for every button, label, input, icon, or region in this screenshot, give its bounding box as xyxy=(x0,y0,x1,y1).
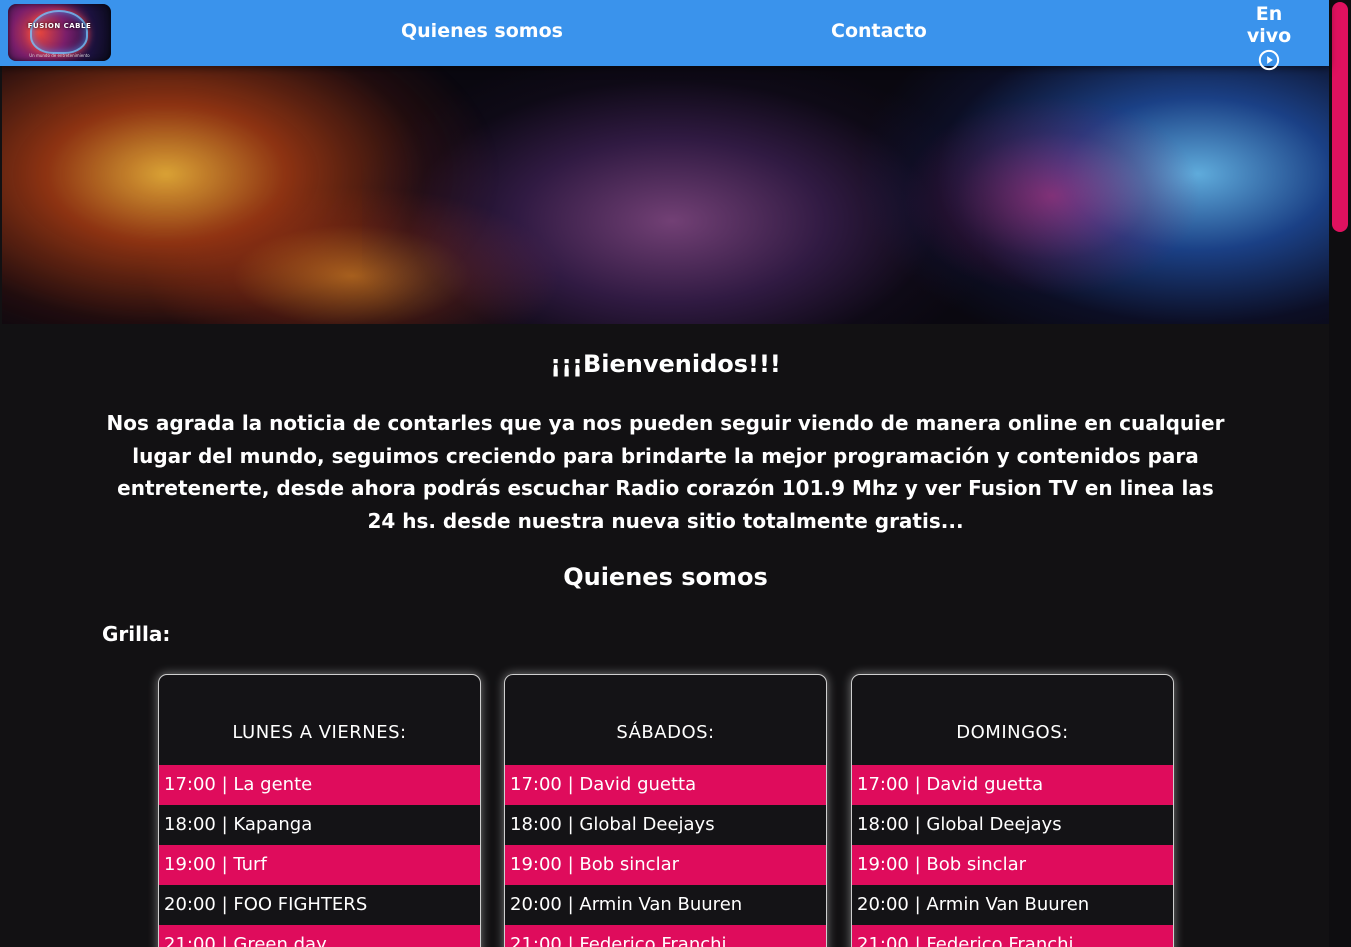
intro-paragraph: Nos agrada la noticia de contarles que y… xyxy=(106,411,1225,533)
schedule-card-sundays: DOMINGOS: 17:00 | David guetta 18:00 | G… xyxy=(851,674,1174,947)
schedule-row: 17:00 | David guetta xyxy=(852,765,1173,805)
hero-smoke-banner xyxy=(2,66,1329,324)
schedule-row: 18:00 | Global Deejays xyxy=(852,805,1173,845)
schedule-row: 17:00 | La gente xyxy=(159,765,480,805)
card-title: SÁBADOS: xyxy=(616,721,715,743)
nav-link-en-vivo[interactable]: En vivo xyxy=(1231,3,1307,71)
schedule-row: 17:00 | David guetta xyxy=(505,765,826,805)
nav-link-quienes-somos[interactable]: Quienes somos xyxy=(401,20,563,42)
grilla-label: Grilla: xyxy=(102,622,171,646)
schedule-row: 21:00 | Federico Franchi xyxy=(852,925,1173,947)
schedule-row: 19:00 | Bob sinclar xyxy=(505,845,826,885)
welcome-heading: ¡¡¡Bienvenidos!!! xyxy=(550,350,781,378)
page-scrollbar[interactable] xyxy=(1329,0,1351,947)
schedule-row: 19:00 | Bob sinclar xyxy=(852,845,1173,885)
quienes-somos-heading: Quienes somos xyxy=(563,563,768,591)
en-vivo-label: En vivo xyxy=(1246,3,1292,47)
schedule-row: 18:00 | Kapanga xyxy=(159,805,480,845)
scrollbar-thumb[interactable] xyxy=(1332,2,1348,232)
card-title: DOMINGOS: xyxy=(956,721,1069,743)
logo-subtitle: Un mundo de entretenimiento xyxy=(29,53,90,58)
fusion-cable-logo[interactable]: FUSION CABLE Un mundo de entretenimiento xyxy=(8,4,111,61)
nav-link-contacto[interactable]: Contacto xyxy=(831,20,927,42)
logo-text: FUSION CABLE xyxy=(27,22,92,30)
card-title: LUNES A VIERNES: xyxy=(232,721,407,743)
schedule-row: 20:00 | Armin Van Buuren xyxy=(852,885,1173,925)
schedule-row: 20:00 | FOO FIGHTERS xyxy=(159,885,480,925)
schedule-row: 19:00 | Turf xyxy=(159,845,480,885)
top-navbar: FUSION CABLE Un mundo de entretenimiento… xyxy=(0,0,1329,71)
page: FUSION CABLE Un mundo de entretenimiento… xyxy=(0,0,1351,947)
schedule-row: 21:00 | Federico Franchi xyxy=(505,925,826,947)
heart-logo-icon xyxy=(30,10,88,54)
play-circle-icon[interactable] xyxy=(1258,49,1280,71)
pink-smoke-right-detail xyxy=(902,96,1202,296)
schedule-card-saturdays: SÁBADOS: 17:00 | David guetta 18:00 | Gl… xyxy=(504,674,827,947)
schedule-row: 21:00 | Green day xyxy=(159,925,480,947)
schedule-row: 18:00 | Global Deejays xyxy=(505,805,826,845)
schedule-row: 20:00 | Armin Van Buuren xyxy=(505,885,826,925)
schedule-card-weekdays: LUNES A VIERNES: 17:00 | La gente 18:00 … xyxy=(158,674,481,947)
